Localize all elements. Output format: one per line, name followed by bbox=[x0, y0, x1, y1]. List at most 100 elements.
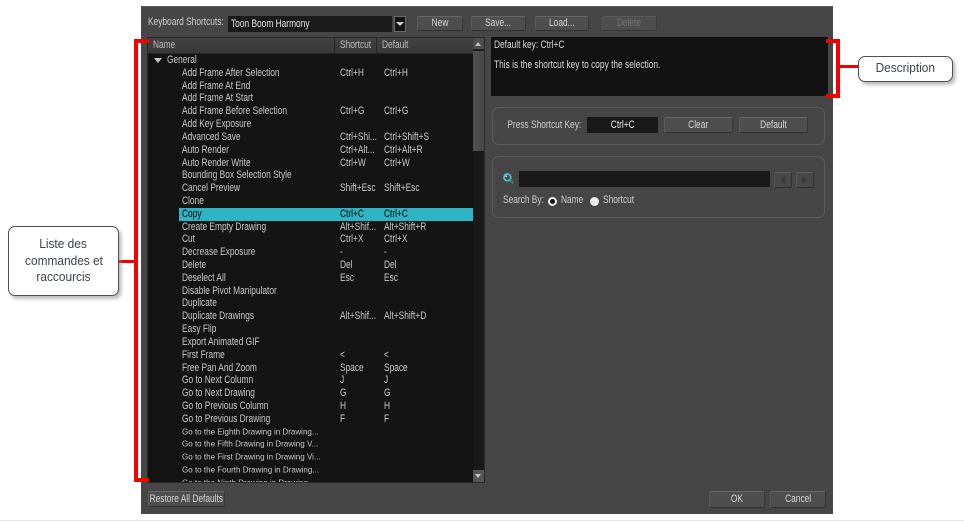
table-row[interactable]: Go to Next Column J J bbox=[148, 374, 473, 387]
cell-default bbox=[377, 80, 473, 93]
right-bracket-bottom-cap bbox=[825, 93, 840, 98]
table-row[interactable]: Duplicate Drawings Alt+Shif... Alt+Shift+D bbox=[148, 310, 473, 323]
cell-name: Export Animated GIF bbox=[182, 335, 260, 348]
cell-shortcut bbox=[335, 195, 377, 208]
cell-name: Go to the Ninth Drawing in Drawing... bbox=[148, 477, 335, 482]
table-row[interactable]: Free Pan And Zoom Space Space bbox=[148, 362, 473, 375]
cell-name: Duplicate bbox=[182, 297, 217, 310]
left-callout: Liste des commandes et raccourcis bbox=[8, 226, 119, 296]
list-rows: General Add Frame After Selection Ctrl+H Ct… bbox=[148, 54, 473, 482]
table-row[interactable]: Deselect All Esc Esc bbox=[148, 272, 473, 285]
table-row[interactable]: Go to Previous Column H H bbox=[148, 400, 473, 413]
column-header-default[interactable]: Default bbox=[377, 38, 473, 53]
radio-shortcut-label[interactable]: Shortcut bbox=[603, 194, 634, 207]
table-row[interactable]: Add Key Exposure bbox=[148, 118, 473, 131]
table-row[interactable]: Delete Del Del bbox=[148, 259, 473, 272]
keyboard-shortcuts-dialog: Keyboard Shortcuts: Toon Boom Harmony Ne… bbox=[141, 6, 833, 514]
table-row[interactable]: General bbox=[148, 54, 473, 67]
cell-name: Go to the Eighth Drawing in Drawing... bbox=[182, 427, 319, 436]
default-button[interactable]: Default bbox=[738, 117, 808, 133]
cell-name: Add Frame Before Selection bbox=[182, 105, 288, 118]
table-row[interactable]: Cancel Preview Shift+Esc Shift+Esc bbox=[148, 182, 473, 195]
table-row[interactable]: Duplicate bbox=[148, 297, 473, 310]
table-row[interactable]: Add Frame At End bbox=[148, 80, 473, 93]
cell-default bbox=[377, 118, 473, 131]
load-button[interactable]: Load... bbox=[534, 15, 589, 31]
table-row[interactable]: Export Animated GIF bbox=[148, 336, 473, 349]
cell-shortcut bbox=[335, 323, 377, 336]
cell-default: Ctrl+Alt+R bbox=[383, 143, 423, 156]
scrollbar-thumb[interactable] bbox=[472, 51, 484, 151]
table-row[interactable]: Advanced Save Ctrl+Shi... Ctrl+Shift+S bbox=[148, 131, 473, 144]
cell-default bbox=[377, 451, 473, 464]
cell-name: Copy bbox=[182, 207, 202, 220]
save-button[interactable]: Save... bbox=[471, 15, 526, 31]
tree-expand-icon[interactable] bbox=[154, 58, 162, 63]
table-row[interactable]: Cut Ctrl+X Ctrl+X bbox=[148, 233, 473, 246]
cell-shortcut bbox=[335, 426, 377, 439]
shortcut-key-field[interactable]: Ctrl+C bbox=[587, 117, 658, 133]
table-row[interactable]: Auto Render Ctrl+Alt... Ctrl+Alt+R bbox=[148, 144, 473, 157]
cell-shortcut: Ctrl+W bbox=[339, 156, 366, 169]
table-row[interactable]: Auto Render Write Ctrl+W Ctrl+W bbox=[148, 157, 473, 170]
cell-shortcut: G bbox=[339, 387, 347, 400]
cell-shortcut: Ctrl+X bbox=[339, 233, 364, 246]
clear-button[interactable]: Clear bbox=[664, 117, 733, 133]
left-callout-line1: Liste des bbox=[39, 237, 88, 252]
table-row[interactable]: Add Frame Before Selection Ctrl+G Ctrl+G bbox=[148, 105, 473, 118]
cell-default: Alt+Shift+D bbox=[383, 310, 427, 323]
cell-shortcut bbox=[335, 464, 377, 477]
table-row[interactable]: Decrease Exposure - - bbox=[148, 246, 473, 259]
cell-name: Go to the First Drawing in Drawing Vi... bbox=[182, 452, 321, 462]
left-bracket-bottom-cap bbox=[133, 477, 149, 482]
table-row[interactable]: Go to the First Drawing in Drawing Vi... bbox=[148, 451, 473, 464]
table-row[interactable]: Go to the Fifth Drawing in Drawing V... bbox=[148, 438, 473, 451]
table-row[interactable]: Add Frame After Selection Ctrl+H Ctrl+H bbox=[148, 67, 473, 80]
table-row[interactable]: Clone bbox=[148, 195, 473, 208]
table-row[interactable]: First Frame < < bbox=[148, 349, 473, 362]
table-row[interactable]: Create Empty Drawing Alt+Shif... Alt+Shift… bbox=[148, 221, 473, 234]
column-header-name[interactable]: Name bbox=[148, 38, 336, 53]
cell-shortcut: H bbox=[339, 399, 346, 412]
cell-default: Ctrl+Shift+S bbox=[383, 130, 430, 143]
table-row[interactable]: Go to the Fourth Drawing in Drawing... bbox=[148, 464, 473, 477]
table-row[interactable]: Go to Previous Drawing F F bbox=[148, 413, 473, 426]
table-row[interactable]: Go to Next Drawing G G bbox=[148, 387, 473, 400]
table-row[interactable]: Go to the Eighth Drawing in Drawing... bbox=[148, 426, 473, 439]
table-row[interactable]: Copy Ctrl+C Ctrl+C bbox=[148, 207, 473, 221]
radio-shortcut[interactable] bbox=[589, 196, 600, 207]
table-row[interactable]: Add Frame At Start bbox=[148, 92, 473, 105]
cell-name: First Frame bbox=[182, 348, 225, 361]
search-input[interactable] bbox=[519, 171, 770, 187]
scroll-up-button[interactable] bbox=[472, 38, 484, 50]
vertical-scrollbar[interactable] bbox=[472, 38, 484, 482]
table-row[interactable]: Go to the Ninth Drawing in Drawing... bbox=[148, 477, 473, 482]
radio-name-label[interactable]: Name bbox=[561, 194, 583, 207]
new-button[interactable]: New bbox=[417, 15, 463, 31]
cancel-button[interactable]: Cancel bbox=[770, 490, 826, 508]
ok-button[interactable]: OK bbox=[709, 490, 765, 508]
arrow-down-icon bbox=[475, 473, 481, 478]
cell-shortcut bbox=[335, 438, 377, 451]
cell-shortcut bbox=[335, 54, 377, 67]
page: Keyboard Shortcuts: Toon Boom Harmony Ne… bbox=[0, 0, 964, 522]
cell-default bbox=[377, 285, 473, 298]
preset-combobox-dropdown-button[interactable] bbox=[393, 16, 406, 32]
table-row[interactable]: Bounding Box Selection Style bbox=[148, 169, 473, 182]
cell-name: Go to the Fifth Drawing in Drawing V... bbox=[182, 440, 319, 449]
cell-default: Esc bbox=[383, 271, 398, 284]
search-next-button bbox=[796, 172, 814, 188]
preset-combobox[interactable]: Toon Boom Harmony bbox=[228, 16, 392, 32]
cell-shortcut: Space bbox=[339, 361, 364, 374]
restore-all-defaults-button[interactable]: Restore All Defaults bbox=[148, 491, 225, 507]
chevron-down-icon bbox=[395, 22, 404, 26]
column-header-shortcut[interactable]: Shortcut bbox=[335, 38, 377, 53]
cell-name: General bbox=[148, 54, 335, 67]
cell-name: Auto Render bbox=[182, 143, 229, 156]
radio-name[interactable] bbox=[547, 196, 558, 207]
cell-shortcut bbox=[335, 285, 377, 298]
cell-name: Easy Flip bbox=[182, 323, 217, 336]
scroll-down-button[interactable] bbox=[472, 469, 484, 482]
table-row[interactable]: Disable Pivot Manipulator bbox=[148, 285, 473, 298]
table-row[interactable]: Easy Flip bbox=[148, 323, 473, 336]
